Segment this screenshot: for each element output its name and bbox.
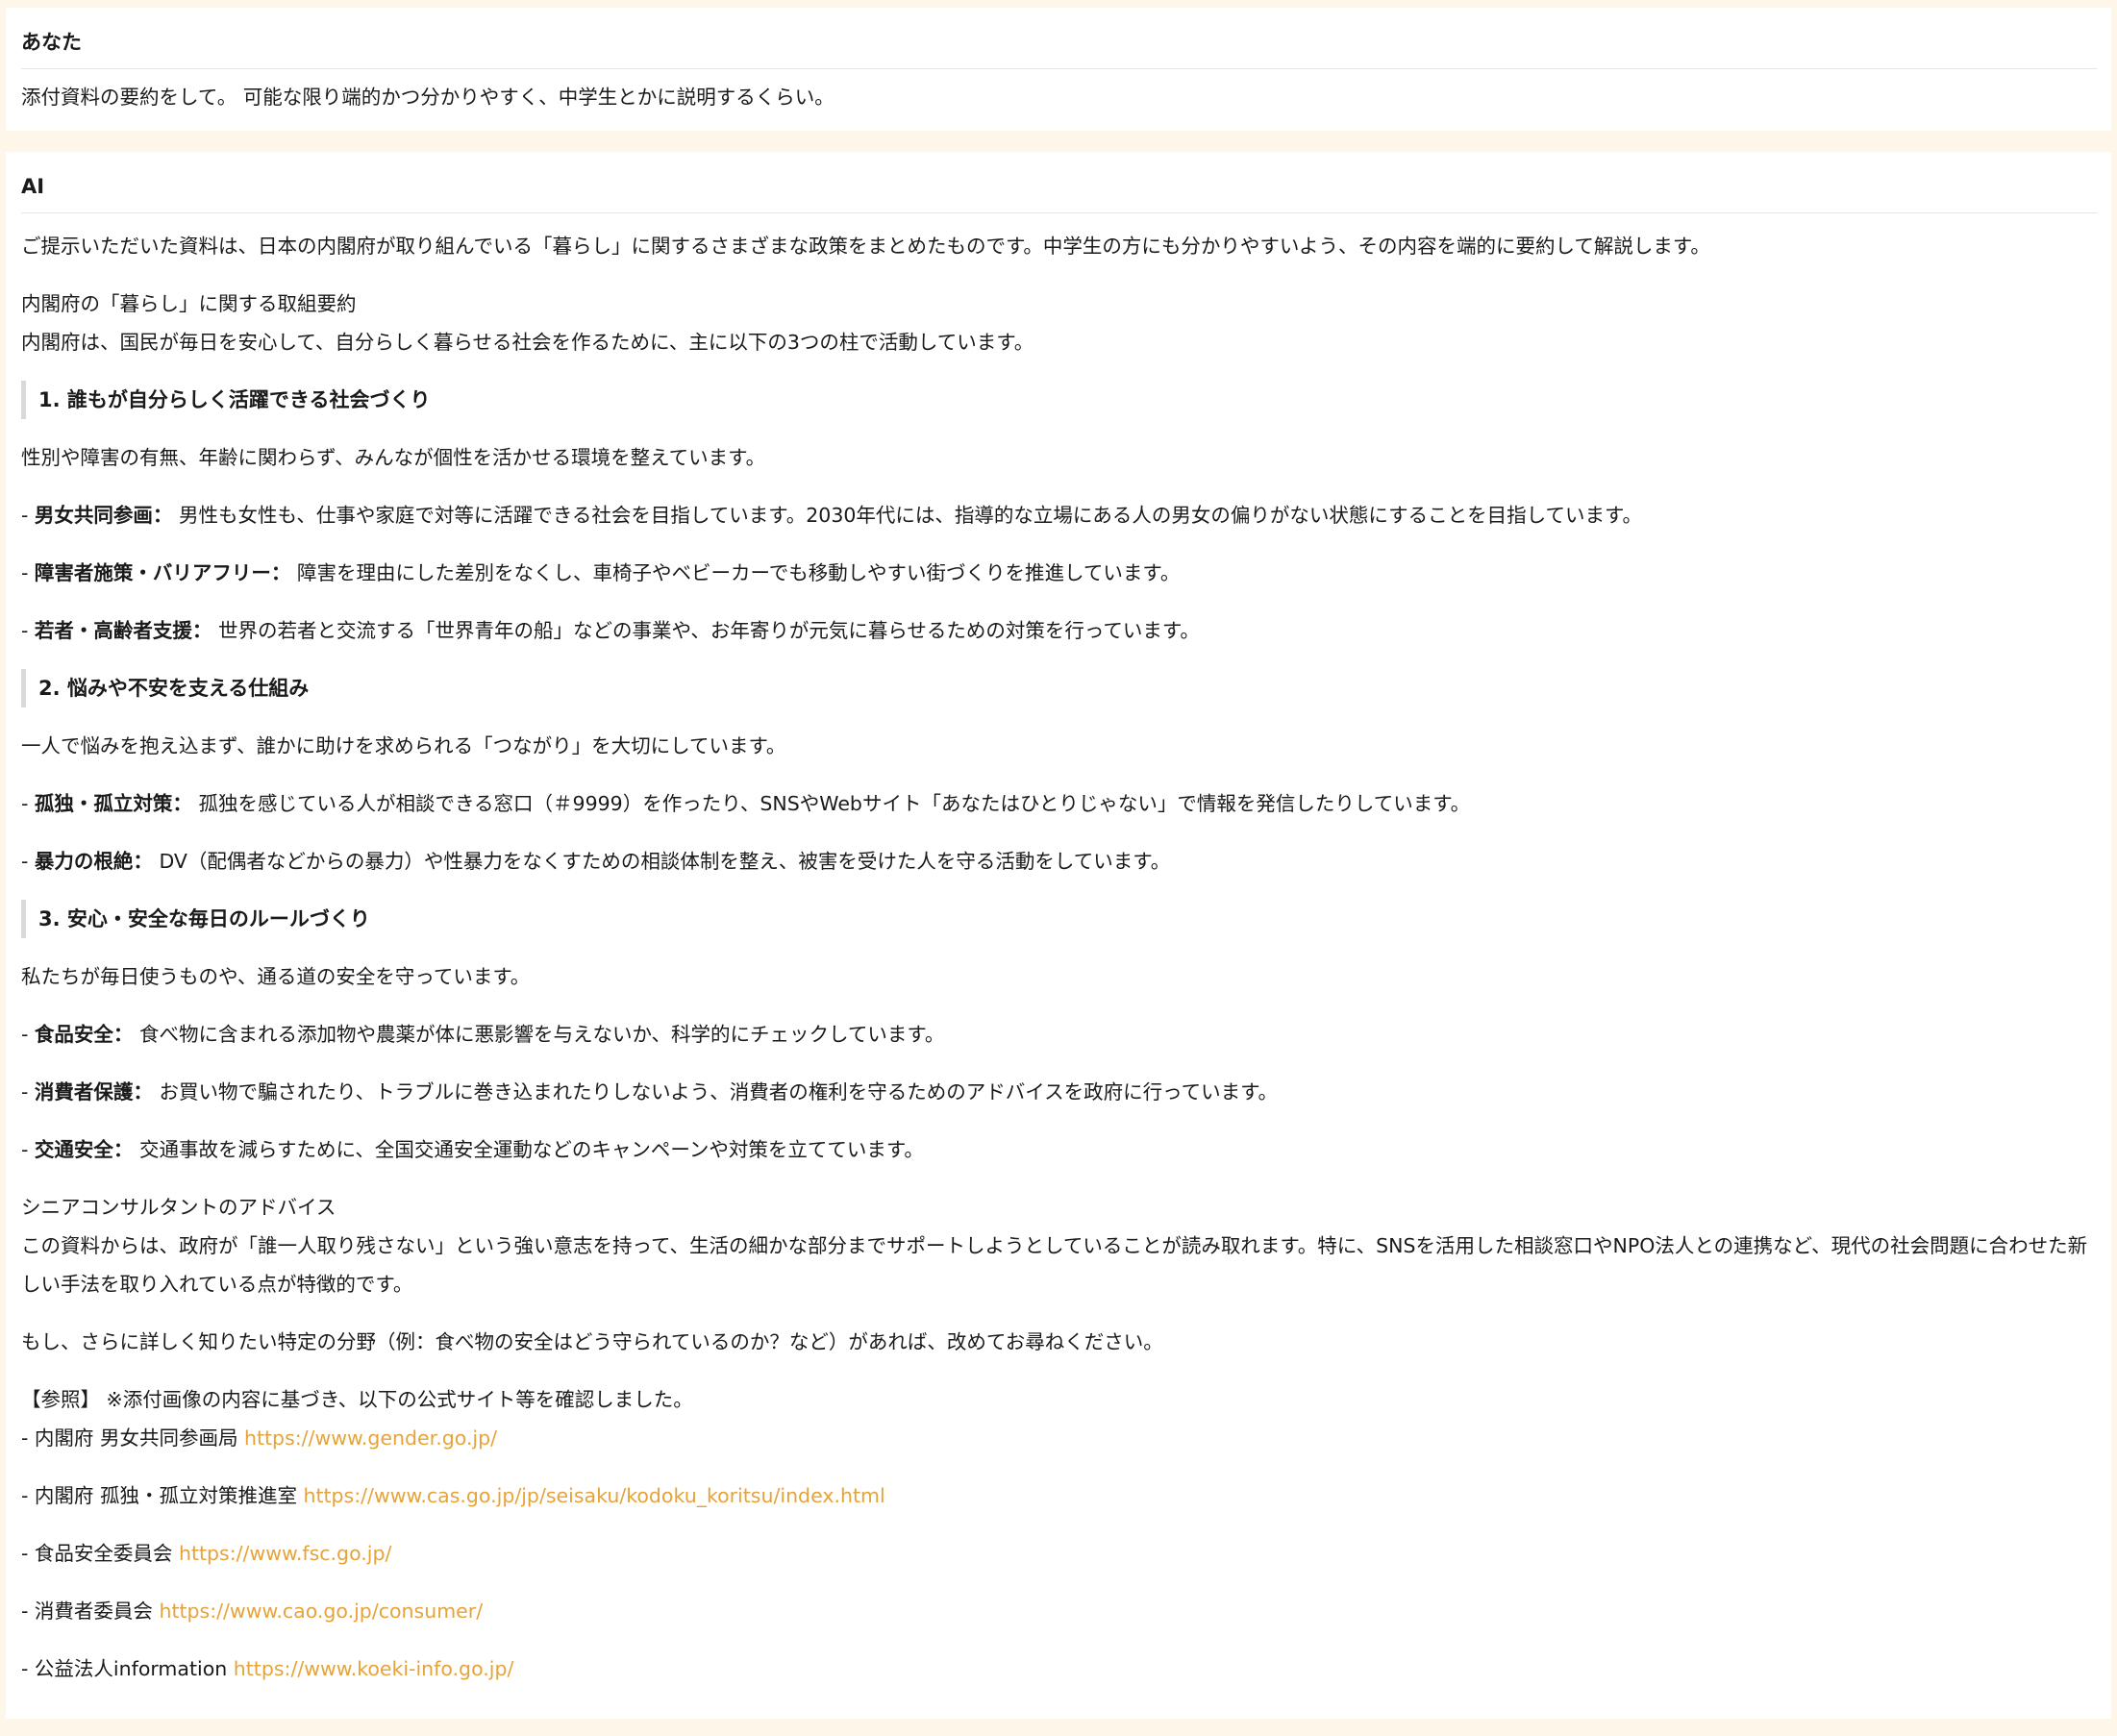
list-item-term: 孤独・孤立対策： <box>34 792 192 815</box>
list-item: - 男女共同参画： 男性も女性も、仕事や家庭で対等に活躍できる社会を目指していま… <box>21 504 1642 527</box>
user-message-card: あなた 添付資料の要約をして。 可能な限り端的かつ分かりやすく、中学生とかに説明… <box>6 8 2111 131</box>
user-message-text: 添付資料の要約をして。 可能な限り端的かつ分かりやすく、中学生とかに説明するくら… <box>21 86 834 109</box>
reference-link[interactable]: https://www.gender.go.jp/ <box>244 1426 497 1450</box>
list-item: - 障害者施策・バリアフリー： 障害を理由にした差別をなくし、車椅子やベビーカー… <box>21 561 1181 584</box>
reference-item: - 食品安全委員会 https://www.fsc.go.jp/ <box>21 1542 392 1565</box>
ai-intro: ご提示いただいた資料は、日本の内閣府が取り組んでいる「暮らし」に関するさまざまな… <box>21 235 1710 258</box>
reference-link[interactable]: https://www.cas.go.jp/jp/seisaku/kodoku_… <box>303 1484 884 1507</box>
list-item-desc: お買い物で騙されたり、トラブルに巻き込まれたりしないよう、消費者の権利を守るため… <box>159 1080 1279 1104</box>
reference-item: - 消費者委員会 https://www.cao.go.jp/consumer/ <box>21 1600 484 1623</box>
list-item: - 食品安全： 食べ物に含まれる添加物や農薬が体に悪影響を与えないか、科学的にチ… <box>21 1023 945 1046</box>
reference-item: - 公益法人information https://www.koeki-info… <box>21 1657 514 1680</box>
reference-name: 公益法人information <box>34 1657 228 1680</box>
section-heading-2: 2. 悩みや不安を支える仕組み <box>21 669 2097 707</box>
list-item-desc: 男性も女性も、仕事や家庭で対等に活躍できる社会を目指しています。2030年代には… <box>178 504 1642 527</box>
section-lead-3: 私たちが毎日使うものや、通る道の安全を守っています。 <box>21 965 531 988</box>
list-item-term: 食品安全： <box>34 1023 134 1046</box>
list-item-term: 障害者施策・バリアフリー： <box>34 561 291 584</box>
advice-title: シニアコンサルタントのアドバイス <box>21 1196 336 1219</box>
reference-link[interactable]: https://www.fsc.go.jp/ <box>179 1542 391 1565</box>
list-item-term: 交通安全： <box>34 1138 134 1161</box>
ai-sender-label: AI <box>21 152 2097 213</box>
reference-item: - 内閣府 男女共同参画局 https://www.gender.go.jp/ <box>21 1426 498 1450</box>
list-item-desc: DV（配偶者などからの暴力）や性暴力をなくすための相談体制を整え、被害を受けた人… <box>159 850 1171 873</box>
section-heading-1: 1. 誰もが自分らしく活躍できる社会づくり <box>21 381 2097 419</box>
reference-link[interactable]: https://www.cao.go.jp/consumer/ <box>159 1600 483 1623</box>
summary-lead: 内閣府は、国民が毎日を安心して、自分らしく暮らせる社会を作るために、主に以下の3… <box>21 331 1034 354</box>
summary-title: 内閣府の「暮らし」に関する取組要約 <box>21 292 357 315</box>
list-item-term: 若者・高齢者支援： <box>34 619 212 642</box>
list-item-desc: 食べ物に含まれる添加物や農薬が体に悪影響を与えないか、科学的にチェックしています… <box>138 1023 945 1046</box>
reference-name: 内閣府 男女共同参画局 <box>34 1426 238 1450</box>
list-item-desc: 障害を理由にした差別をなくし、車椅子やベビーカーでも移動しやすい街づくりを推進し… <box>296 561 1181 584</box>
list-item: - 消費者保護： お買い物で騙されたり、トラブルに巻き込まれたりしないよう、消費… <box>21 1080 1279 1104</box>
ai-message-body: ご提示いただいた資料は、日本の内閣府が取り組んでいる「暮らし」に関するさまざまな… <box>21 213 2097 1688</box>
list-item: - 若者・高齢者支援： 世界の若者と交流する「世界青年の船」などの事業や、お年寄… <box>21 619 1200 642</box>
references-title: 【参照】 ※添付画像の内容に基づき、以下の公式サイト等を確認しました。 <box>21 1388 693 1411</box>
closing-text: もし、さらに詳しく知りたい特定の分野（例：食べ物の安全はどう守られているのか？な… <box>21 1330 1163 1353</box>
list-item-desc: 世界の若者と交流する「世界青年の船」などの事業や、お年寄りが元気に暮らせるための… <box>217 619 1200 642</box>
list-item-term: 暴力の根絶： <box>34 850 153 873</box>
reference-name: 内閣府 孤独・孤立対策推進室 <box>34 1484 297 1507</box>
section-lead-1: 性別や障害の有無、年齢に関わらず、みんなが個性を活かせる環境を整えています。 <box>21 446 766 469</box>
list-item: - 交通安全： 交通事故を減らすために、全国交通安全運動などのキャンペーンや対策… <box>21 1138 924 1161</box>
reference-link[interactable]: https://www.koeki-info.go.jp/ <box>234 1657 514 1680</box>
ai-message-card: AI ご提示いただいた資料は、日本の内閣府が取り組んでいる「暮らし」に関するさま… <box>6 152 2111 1719</box>
list-item-desc: 交通事故を減らすために、全国交通安全運動などのキャンペーンや対策を立てています。 <box>138 1138 924 1161</box>
list-item-term: 消費者保護： <box>34 1080 153 1104</box>
reference-item: - 内閣府 孤独・孤立対策推進室 https://www.cas.go.jp/j… <box>21 1484 885 1507</box>
section-lead-2: 一人で悩みを抱え込まず、誰かに助けを求められる「つながり」を大切にしています。 <box>21 734 786 757</box>
section-heading-3: 3. 安心・安全な毎日のルールづくり <box>21 900 2097 938</box>
list-item-term: 男女共同参画： <box>34 504 173 527</box>
list-item-desc: 孤独を感じている人が相談できる窓口（＃9999）を作ったり、SNSやWebサイト… <box>198 792 1471 815</box>
list-item: - 孤独・孤立対策： 孤独を感じている人が相談できる窓口（＃9999）を作ったり… <box>21 792 1471 815</box>
user-sender-label: あなた <box>21 8 2097 69</box>
reference-name: 食品安全委員会 <box>34 1542 173 1565</box>
reference-name: 消費者委員会 <box>34 1600 153 1623</box>
list-item: - 暴力の根絶： DV（配偶者などからの暴力）や性暴力をなくすための相談体制を整… <box>21 850 1171 873</box>
advice-text: この資料からは、政府が「誰一人取り残さない」という強い意志を持って、生活の細かな… <box>21 1234 2088 1296</box>
